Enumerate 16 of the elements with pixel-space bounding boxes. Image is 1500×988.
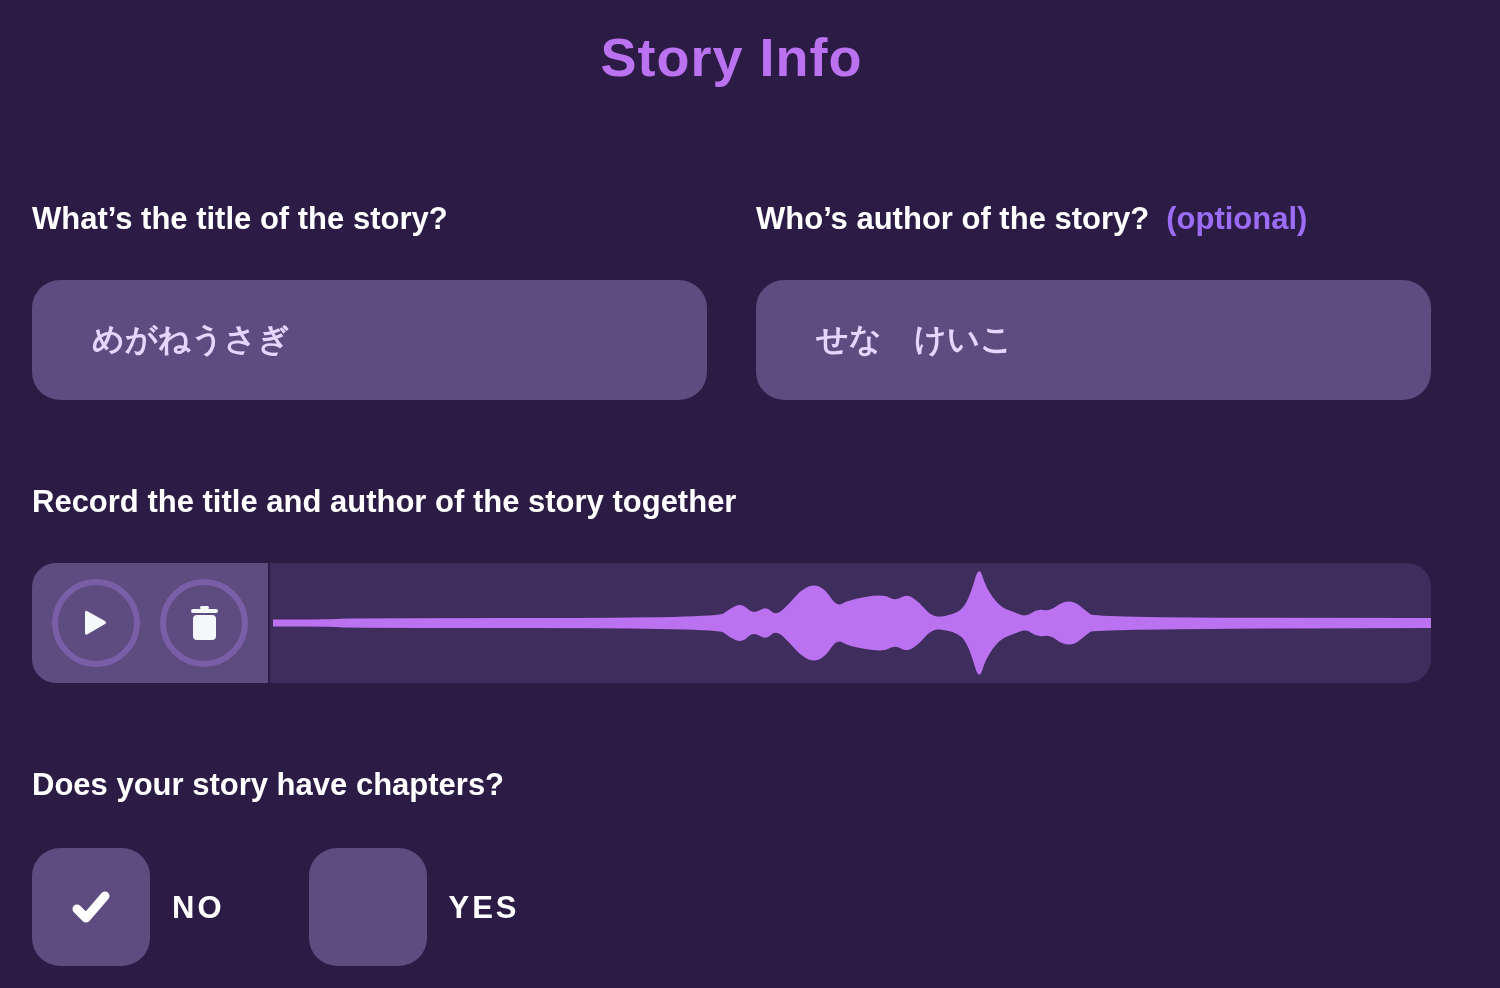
option-label: YES [448, 891, 520, 923]
play-button[interactable] [52, 579, 140, 667]
section-label: Record the title and author of the story together [32, 485, 737, 517]
field-label: What’s the title of the story? [32, 202, 448, 234]
section-label: Does your story have chapters? [32, 768, 505, 800]
text-input[interactable]: めがねうさぎ [32, 280, 707, 400]
check-icon [72, 891, 110, 923]
optional-hint: (optional) [1166, 202, 1308, 234]
checkbox[interactable] [32, 848, 150, 966]
option-label: NO [172, 891, 225, 923]
field-label: Who’s author of the story? [756, 202, 1150, 234]
checkbox[interactable] [308, 848, 427, 966]
trash-icon [190, 606, 218, 640]
delete-button[interactable] [160, 579, 248, 667]
text-input[interactable]: せな けいこ [756, 280, 1431, 400]
play-icon [84, 609, 108, 637]
